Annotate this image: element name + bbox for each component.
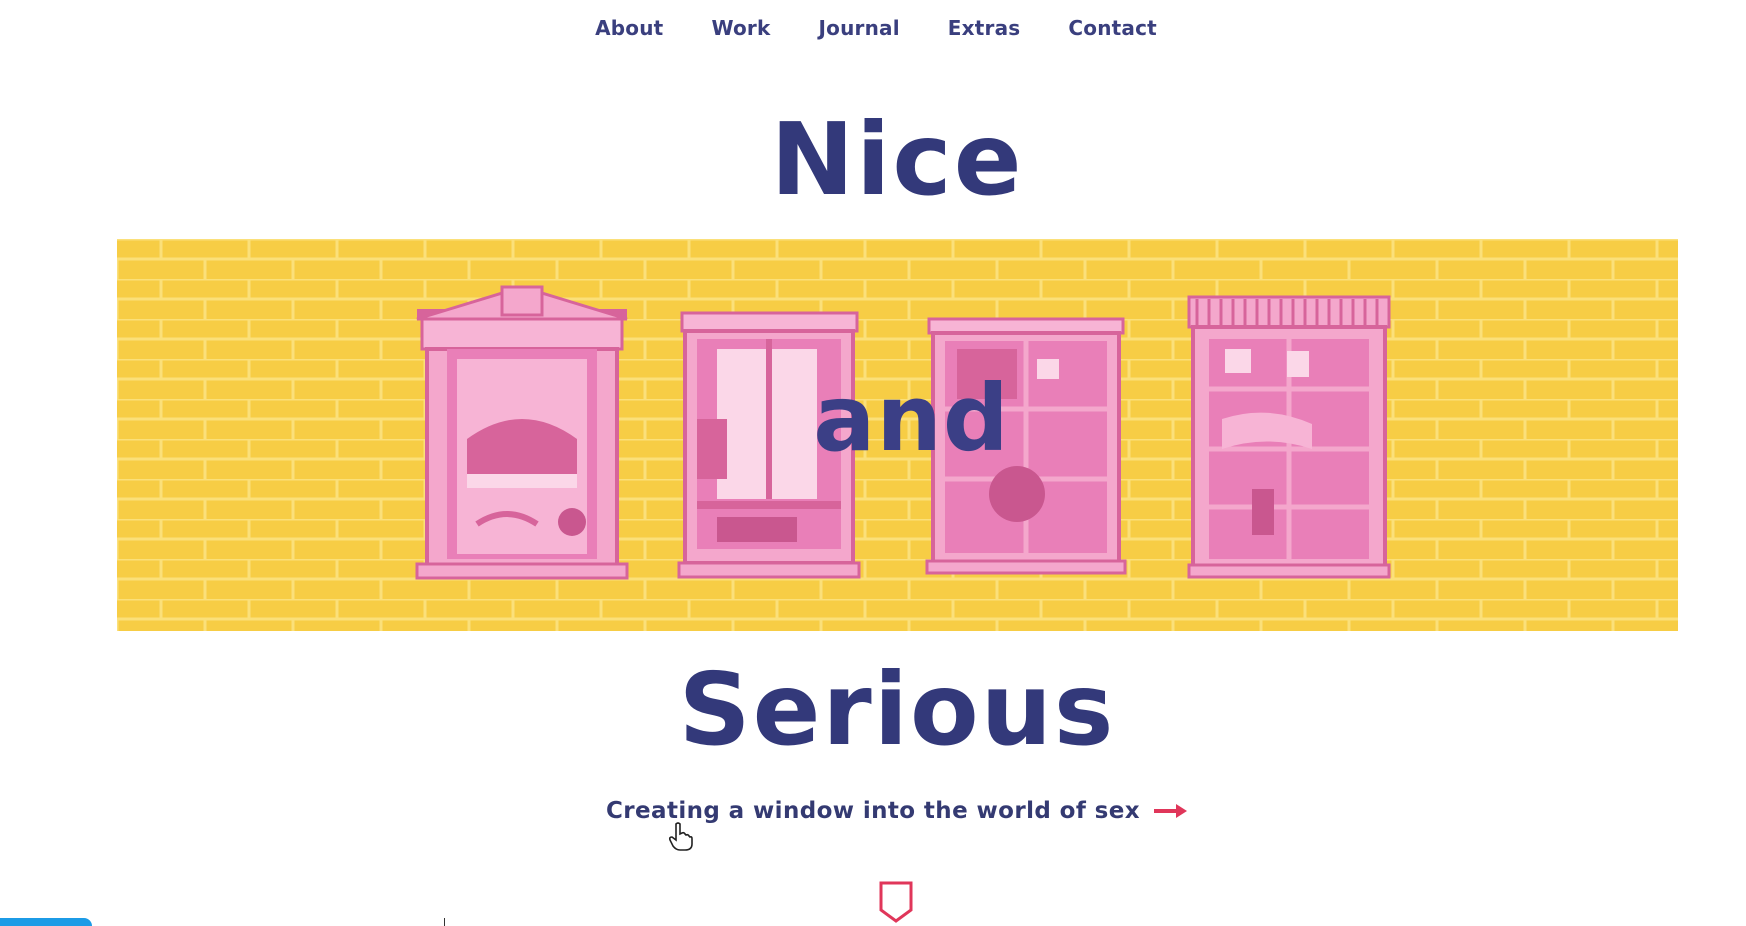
nav-item-work[interactable]: Work (687, 16, 794, 40)
hero-title-and: and (813, 365, 1010, 472)
nav-item-extras[interactable]: Extras (924, 16, 1045, 40)
tagline: Creating a window into the world of sex (0, 798, 1746, 824)
divider-tick (444, 918, 445, 926)
hero-title-serious: Serious (678, 651, 1116, 768)
hero-title-nice: Nice (770, 101, 1024, 218)
page: About Work Journal Extras Contact Nice a… (0, 0, 1746, 926)
main-nav: About Work Journal Extras Contact (0, 16, 1746, 40)
hero-banner: and (117, 239, 1678, 631)
shield-icon[interactable] (878, 880, 914, 924)
nav-item-journal[interactable]: Journal (795, 16, 924, 40)
feedback-tab[interactable] (0, 918, 92, 926)
nav-item-contact[interactable]: Contact (1044, 16, 1181, 40)
hand-cursor-icon (668, 822, 693, 851)
tagline-text: Creating a window into the world of sex (606, 798, 1140, 824)
arrow-right-icon (1153, 804, 1187, 818)
nav-item-about[interactable]: About (571, 16, 687, 40)
tagline-link[interactable]: Creating a window into the world of sex (606, 798, 1188, 824)
